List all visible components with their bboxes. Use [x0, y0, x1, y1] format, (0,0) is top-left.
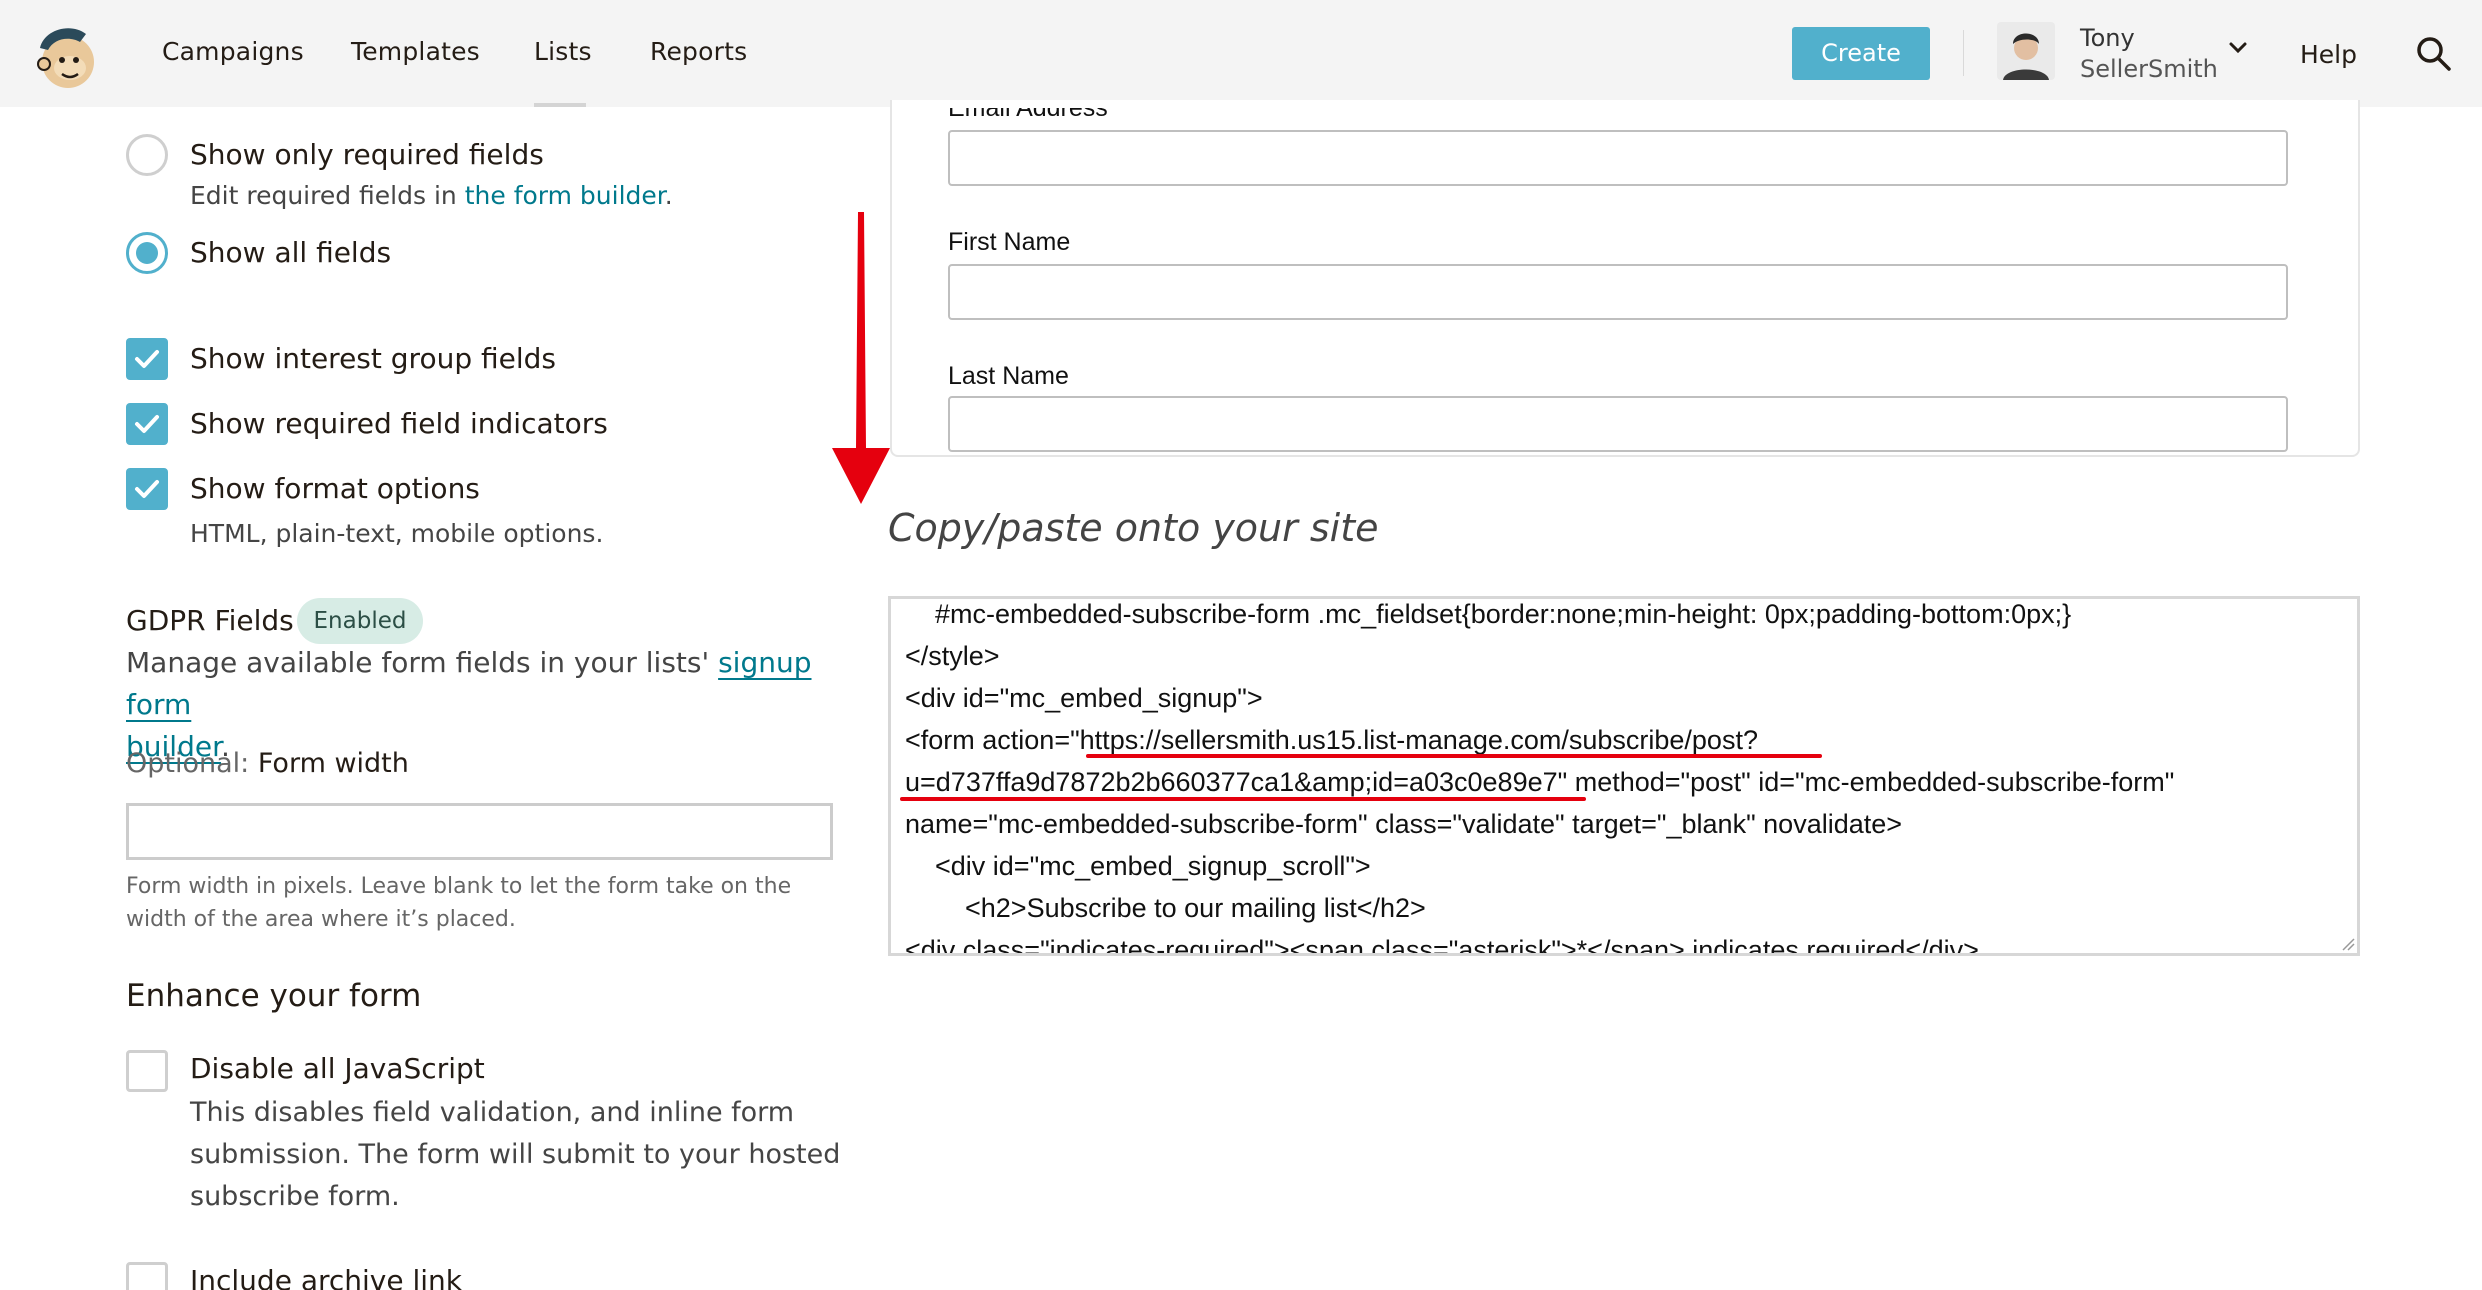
show-all-fields-label: Show all fields [190, 236, 392, 269]
format-options-checkbox[interactable] [126, 468, 168, 510]
code-line: <form action="https://sellersmith.us15.l… [905, 725, 1758, 755]
required-indicators-checkbox[interactable] [126, 403, 168, 445]
disable-js-sub: This disables field validation, and inli… [190, 1097, 841, 1212]
form-width-help: Form width in pixels. Leave blank to let… [126, 874, 792, 932]
active-nav-indicator [534, 103, 586, 107]
embed-code-textarea[interactable]: #mc-embedded-subscribe-form .mc_fieldset… [888, 596, 2360, 956]
first-name-field[interactable] [948, 264, 2288, 320]
code-line: <h2>Subscribe to our mailing list</h2> [905, 893, 1426, 923]
user-last-name[interactable]: SellerSmith [2080, 55, 2218, 83]
nav-campaigns-link[interactable]: Campaigns [162, 37, 304, 66]
show-required-radio[interactable] [126, 134, 168, 176]
form-builder-link[interactable]: the form builder [465, 181, 665, 210]
nav-lists-link[interactable]: Lists [534, 37, 592, 66]
nav-templates-link[interactable]: Templates [351, 37, 480, 66]
archive-link-checkbox[interactable] [126, 1262, 168, 1290]
user-first-name[interactable]: Tony [2080, 24, 2135, 52]
interest-groups-checkbox[interactable] [126, 338, 168, 380]
last-name-field[interactable] [948, 396, 2288, 452]
nav-divider [1963, 30, 1964, 76]
create-button[interactable]: Create [1792, 27, 1930, 80]
interest-groups-label: Show interest group fields [190, 342, 556, 375]
code-line: <div class="indicates-required"><span cl… [905, 935, 1979, 956]
checkmark-icon [135, 415, 159, 433]
archive-link-label: Include archive link [190, 1264, 463, 1290]
code-line: <div id="mc_embed_signup_scroll"> [905, 851, 1371, 881]
disable-js-checkbox[interactable] [126, 1050, 168, 1092]
code-line: name="mc-embedded-subscribe-form" class=… [905, 809, 1903, 839]
avatar[interactable] [1997, 22, 2055, 80]
mailchimp-logo-icon[interactable] [30, 20, 102, 92]
disable-js-label: Disable all JavaScript [190, 1052, 485, 1085]
url-highlight-underline [1086, 754, 1822, 758]
resize-handle-icon[interactable] [2341, 937, 2355, 951]
code-line: <div id="mc_embed_signup"> [905, 683, 1263, 713]
show-all-fields-radio[interactable] [126, 232, 168, 274]
required-indicators-label: Show required field indicators [190, 407, 608, 440]
format-options-label: Show format options [190, 472, 480, 505]
copy-paste-heading: Copy/paste onto your site [888, 506, 1379, 550]
nav-reports-link[interactable]: Reports [650, 37, 747, 66]
form-width-label: Optional: Form width [126, 748, 409, 779]
show-required-sub: Edit required fields in the form builder… [190, 181, 673, 210]
code-line: </style> [905, 641, 1000, 671]
checkmark-icon [135, 350, 159, 368]
last-name-label: Last Name [948, 362, 1069, 390]
format-options-sub: HTML, plain-text, mobile options. [190, 519, 604, 548]
email-field[interactable] [948, 130, 2288, 186]
code-line: u=d737ffa9d7872b2b660377ca1&amp;id=a03c0… [905, 767, 2175, 797]
search-icon[interactable] [2414, 34, 2454, 74]
red-arrow-icon [832, 212, 890, 504]
enhance-form-heading: Enhance your form [126, 978, 422, 1014]
status-badge: Enabled [297, 598, 423, 644]
checkmark-icon [135, 480, 159, 498]
url-highlight-underline [900, 797, 1586, 801]
chevron-down-icon[interactable] [2226, 36, 2250, 60]
top-nav: Campaigns Templates Lists Reports Create… [0, 0, 2482, 107]
form-width-input[interactable] [126, 803, 833, 860]
code-line: #mc-embedded-subscribe-form .mc_fieldset… [905, 599, 2072, 629]
show-required-label: Show only required fields [190, 138, 544, 171]
first-name-label: First Name [948, 228, 1071, 256]
gdpr-fields-title: GDPR Fields [126, 604, 294, 637]
help-link[interactable]: Help [2300, 40, 2357, 69]
